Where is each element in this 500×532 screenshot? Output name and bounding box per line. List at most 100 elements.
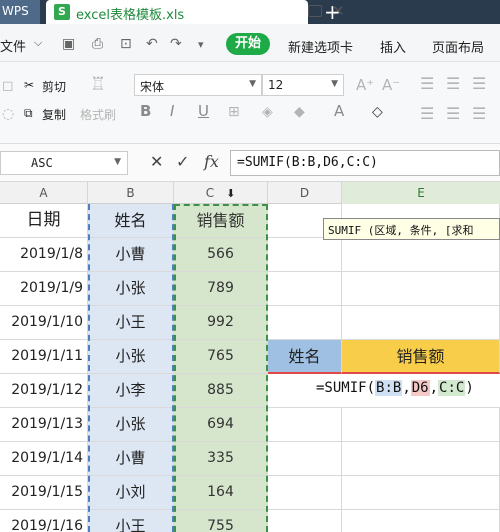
cancel-icon[interactable]: ✕ [150,152,163,171]
table-row-sales[interactable]: 789 [174,272,268,306]
column-header-b[interactable]: B [88,182,174,204]
header-cell-sales[interactable]: 销售额 [174,204,268,238]
increase-font-icon[interactable]: A⁺ [356,76,374,94]
empty-cell[interactable] [268,306,342,340]
copy-button[interactable]: 复制 [42,106,66,123]
header-cell-date[interactable]: 日期 [0,204,88,238]
wps-app-tab[interactable]: WPS [0,0,40,24]
font-size-select[interactable]: 12 ▼ [262,74,344,96]
table-row-name[interactable]: 小张 [88,272,174,306]
align-top-icon[interactable]: ☰ [420,74,434,93]
align-center-icon[interactable]: ☰ [446,104,460,123]
column-header-e[interactable]: E [342,182,500,204]
table-row-sales[interactable]: 566 [174,238,268,272]
table-row-sales[interactable]: 885 [174,374,268,408]
table-row-sales[interactable]: 755 [174,510,268,532]
column-header-d[interactable]: D [268,182,342,204]
empty-cell[interactable] [268,272,342,306]
empty-cell[interactable] [342,272,500,306]
table-row-name[interactable]: 小王 [88,510,174,532]
table-row-name[interactable]: 小张 [88,340,174,374]
quick-access-dropdown-icon[interactable]: ▾ [198,38,204,51]
confirm-icon[interactable]: ✓ [176,152,189,171]
file-tab[interactable]: S excel表格模板.xls ✕ [46,0,345,24]
font-name-select[interactable]: 宋体 ▼ [134,74,262,96]
table-row-date[interactable]: 2019/1/11 [0,340,88,374]
tab-new-tab[interactable]: 新建选项卡 [288,37,353,56]
tab-start[interactable]: 开始 [226,33,270,55]
lookup-sales-label[interactable]: 销售额 [342,340,500,374]
lookup-name-label[interactable]: 姓名 [268,340,342,374]
font-color-icon[interactable]: A [334,102,344,120]
empty-cell[interactable] [342,306,500,340]
new-tab-button[interactable]: + [324,0,341,24]
tab-insert[interactable]: 插入 [380,37,406,56]
empty-cell[interactable] [342,238,500,272]
align-bottom-icon[interactable]: ☰ [472,74,486,93]
print-preview-icon[interactable]: ⊡ [120,36,132,52]
table-row-name[interactable]: 小王 [88,306,174,340]
menu-file[interactable]: 文件 [0,36,26,55]
empty-cell[interactable] [268,442,342,476]
table-row-name[interactable]: 小曹 [88,238,174,272]
empty-cell[interactable] [268,408,342,442]
active-edit-cell[interactable]: =SUMIF(B:B,D6,C:C) [268,374,500,408]
paste-icon[interactable]: ◻ [2,78,14,94]
table-row-date[interactable]: 2019/1/12 [0,374,88,408]
cell-style-icon[interactable]: ◈ [262,104,273,120]
header-cell-name[interactable]: 姓名 [88,204,174,238]
name-box[interactable]: ASC ▼ [0,151,128,175]
table-row-sales[interactable]: 335 [174,442,268,476]
table-row-date[interactable]: 2019/1/10 [0,306,88,340]
table-row-date[interactable]: 2019/1/16 [0,510,88,532]
empty-cell[interactable] [342,476,500,510]
table-row-name[interactable]: 小曹 [88,442,174,476]
print-icon[interactable]: ⎙ [92,36,103,52]
redo-icon[interactable]: ↷ [170,36,182,52]
decrease-font-icon[interactable]: A⁻ [382,76,400,94]
align-right-icon[interactable]: ☰ [472,104,486,123]
table-row-date[interactable]: 2019/1/15 [0,476,88,510]
format-painter-button[interactable]: 格式刷 [80,106,116,123]
chevron-down-icon[interactable]: ⌵ [34,36,42,50]
paste-option-icon[interactable]: ◌ [2,106,14,122]
empty-cell[interactable] [268,476,342,510]
empty-cell[interactable] [342,408,500,442]
fill-color-icon[interactable]: ◆ [294,104,305,120]
table-row-name[interactable]: 小张 [88,408,174,442]
formula-input[interactable]: =SUMIF(B:B,D6,C:C) [230,150,500,176]
column-header-a[interactable]: A [0,182,88,204]
empty-cell[interactable] [268,238,342,272]
bold-button[interactable]: B [140,102,151,120]
table-row-sales[interactable]: 765 [174,340,268,374]
italic-button[interactable]: I [170,102,174,120]
table-row-name[interactable]: 小刘 [88,476,174,510]
file-tab-title: excel表格模板.xls [76,8,185,23]
table-row-date[interactable]: 2019/1/13 [0,408,88,442]
save-icon[interactable]: ▣ [62,36,75,52]
table-row-sales[interactable]: 164 [174,476,268,510]
column-header-c[interactable]: C ⬇ [174,182,268,204]
table-row-sales[interactable]: 694 [174,408,268,442]
table-row-date[interactable]: 2019/1/9 [0,272,88,306]
table-row-sales[interactable]: 992 [174,306,268,340]
empty-cell[interactable] [342,510,500,532]
border-icon[interactable]: ⊞ [228,104,240,120]
table-row-date[interactable]: 2019/1/8 [0,238,88,272]
insert-function-icon[interactable]: fx [204,152,219,171]
format-painter-icon[interactable]: ♖ [90,74,106,95]
cut-button[interactable]: 剪切 [42,78,66,95]
copy-icon[interactable]: ⧉ [24,106,33,121]
empty-cell[interactable] [342,442,500,476]
eraser-icon[interactable]: ◇ [372,104,383,120]
underline-button[interactable]: U [198,102,209,120]
empty-cell[interactable] [268,510,342,532]
table-row-date[interactable]: 2019/1/14 [0,442,88,476]
cut-icon[interactable]: ✂ [24,78,34,92]
align-middle-icon[interactable]: ☰ [446,74,460,93]
tab-page-layout[interactable]: 页面布局 [432,37,484,56]
undo-icon[interactable]: ↶ [146,36,158,52]
align-left-icon[interactable]: ☰ [420,104,434,123]
tab-window-icon[interactable] [308,5,322,17]
table-row-name[interactable]: 小李 [88,374,174,408]
